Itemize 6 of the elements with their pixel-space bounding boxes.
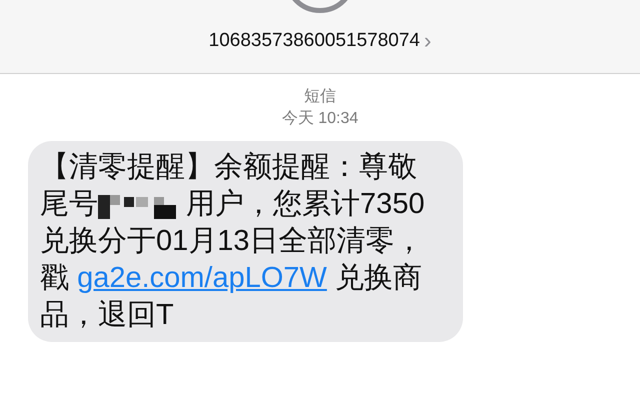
chevron-icon[interactable]: › (424, 30, 432, 52)
message-timestamp: 今天 10:34 (282, 109, 358, 129)
message-link[interactable]: ga2e.com/apLO7W (77, 262, 327, 294)
service-label: 短信 (304, 87, 336, 107)
message-text: 【清零提醒】余额提醒：尊敬 尾号 用户，您累计7350 兑换分于01月13日全部清零， 戳 ga2e.com/apLO7W 兑换商 品，退回T (40, 150, 426, 333)
contact-number[interactable]: 10683573860051578074 (208, 27, 420, 56)
